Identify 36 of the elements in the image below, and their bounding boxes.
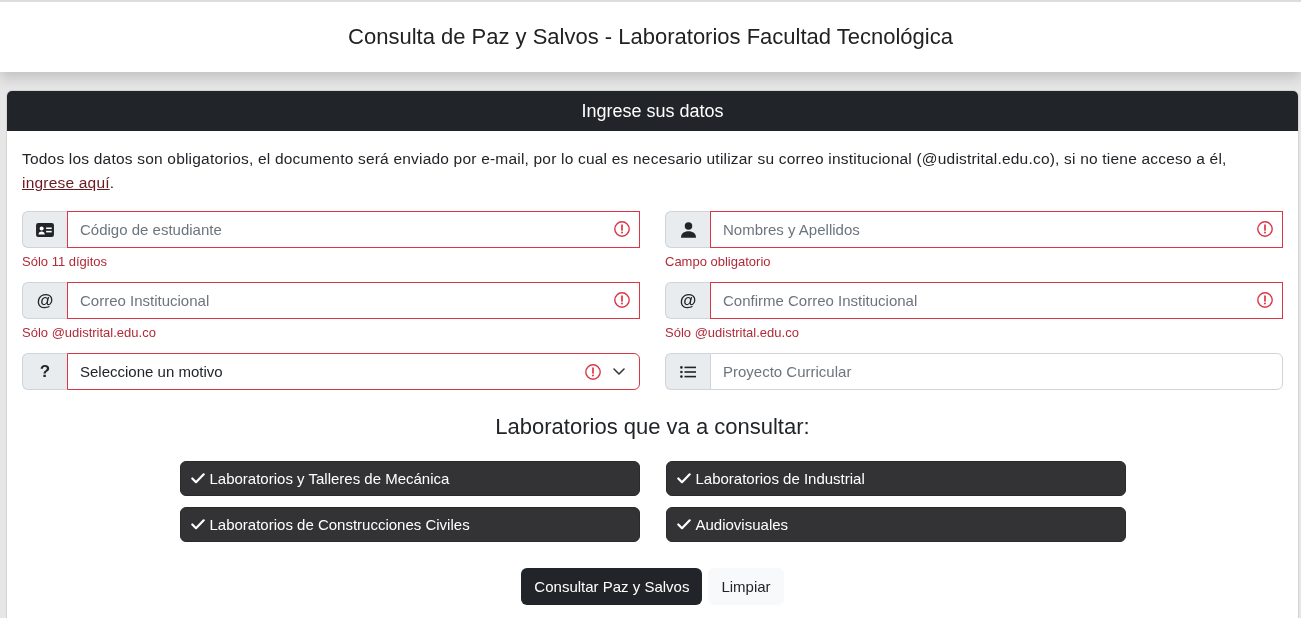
lab-toggle-button[interactable]: Laboratorios y Talleres de Mecánica [179, 461, 640, 496]
input-addon: @ [665, 282, 710, 319]
check-icon [190, 473, 205, 484]
register-link[interactable]: ingrese aquí [22, 174, 110, 191]
input-field[interactable]: Nombres y Apellidos [710, 211, 1283, 248]
input-field[interactable]: Código de estudiante [67, 211, 640, 248]
select-dropdown[interactable]: Seleccione un motivo [67, 353, 640, 390]
error-icon [614, 292, 630, 308]
validation-message: Sólo @udistrital.edu.co [665, 324, 800, 341]
validation-message: Campo obligatorio [665, 253, 772, 270]
check-icon [676, 473, 691, 484]
section-heading: Laboratorios que va a consultar: [494, 413, 811, 441]
page-title: Consulta de Paz y Salvos - Laboratorios Facultad Tecnológica [348, 24, 953, 50]
error-icon [1257, 221, 1273, 237]
submit-button[interactable]: Consultar Paz y Salvos [521, 568, 703, 605]
input-field[interactable]: Correo Institucional [67, 282, 640, 319]
lab-toggle-button[interactable]: Laboratorios de Construcciones Civiles [179, 507, 640, 542]
input-field[interactable]: Confirme Correo Institucional [710, 282, 1283, 319]
chevron-down-icon [613, 368, 625, 375]
card-header: Ingrese sus datos [7, 91, 1298, 131]
list-icon [680, 365, 696, 378]
lab-toggle-button[interactable]: Laboratorios de Industrial [665, 461, 1126, 496]
check-icon [676, 519, 691, 530]
lab-toggle-button[interactable]: Audiovisuales [665, 507, 1126, 542]
error-icon [585, 363, 601, 380]
input-addon: ? [22, 353, 67, 390]
input-addon: @ [22, 282, 67, 319]
person-icon [680, 221, 696, 238]
error-icon [1257, 292, 1273, 308]
clear-button[interactable]: Limpiar [708, 568, 784, 605]
validation-message: Sólo @udistrital.edu.co [22, 324, 157, 341]
check-icon [190, 519, 205, 530]
instructions-text: Todos los datos son obligatorios, el documento será enviado por e-mail, por lo cual es necesario utilizar su correo institucional (@udistrital.edu.co), si no tiene acceso a él, ingrese aquí. [22, 149, 1228, 193]
validation-message: Sólo 11 dígitos [22, 253, 109, 270]
id-card-icon [36, 222, 54, 237]
error-icon [614, 221, 630, 237]
